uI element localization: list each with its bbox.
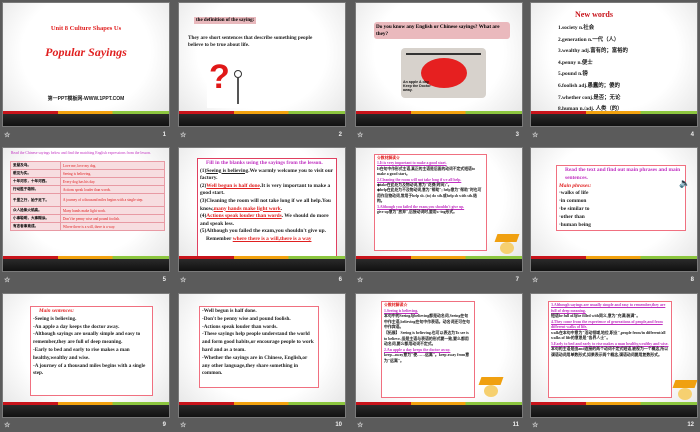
phrase-item: ·in common	[559, 198, 587, 205]
table-row: 爱屋及乌。 Love me, love my dog.	[10, 161, 166, 170]
slide-number: 4	[690, 132, 694, 138]
star-icon[interactable]: ☆	[180, 276, 186, 284]
word-item: 3.wealthy adj.富有的；富裕的	[558, 48, 628, 55]
table-row: 众人拾柴火焰高。 Many hands make light work.	[10, 206, 166, 215]
notes-box: 3.Although sayings are usually simple an…	[548, 301, 672, 398]
slide-thumbnail-5[interactable]: Read the Chinese sayings below and find …	[2, 147, 170, 272]
table-row: 行动胜于雄辩。 Actions speak louder than words.	[10, 185, 166, 194]
word-list: 1.society n.社会 2.generation n.一代（人） 3.we…	[558, 23, 628, 116]
table-row: 千里之行，始于足下。 A journey of a thousand miles …	[10, 193, 166, 207]
sentence-item: -Although sayings are usually simple and…	[33, 331, 141, 346]
star-icon[interactable]: ☆	[357, 131, 363, 139]
slide-thumbnail-10[interactable]: -Well begun is half done. -Don't be penn…	[178, 293, 346, 418]
star-icon[interactable]: ☆	[532, 276, 538, 284]
star-icon[interactable]: ☆	[357, 421, 363, 429]
sentence-item: -Don't be penny wise and pound foolish.	[202, 315, 291, 322]
slide-thumbnail-12[interactable]: 3.Although sayings are usually simple an…	[530, 293, 698, 418]
slide-number: 9	[162, 422, 166, 428]
question-man-image: ?	[207, 58, 249, 108]
question-mark-icon: ?	[209, 58, 230, 96]
footer-band	[3, 114, 169, 126]
word-item: 6.foolish adj.愚蠢的；傻的	[558, 82, 620, 89]
word-item: 7.whether conj.是否；无论	[558, 94, 621, 101]
notes-box: ☆教材解读☆ 1.Seeing is believing. 本句中的Seeing…	[381, 301, 475, 398]
exercise-heading: Fill in the blanks using the sayings fro…	[206, 160, 323, 166]
graduate-mascot-icon	[672, 380, 697, 388]
phrase-item: ·be similar to	[559, 205, 590, 212]
star-icon[interactable]: ☆	[4, 131, 10, 139]
sentence-item: -Early to bed and early to rise makes a …	[33, 346, 130, 361]
table-row: 十年河东，十年河西。 Every dog has his day.	[10, 177, 166, 186]
phrases-box: Read the text and find out main phrases …	[556, 165, 686, 231]
instruction-text: Read the Chinese sayings below and find …	[11, 151, 151, 155]
unit-title: Unit 8 Culture Shapes Us	[50, 25, 122, 32]
answer-3: many hands make light work	[213, 205, 281, 212]
slide-thumbnail-7[interactable]: ☆教材解读☆ 1.It is very important to make a …	[355, 147, 523, 272]
star-icon[interactable]: ☆	[4, 421, 10, 429]
star-icon[interactable]: ☆	[357, 276, 363, 284]
table-row: 小事聪明，大事糊涂。 Don't be penny wise and pound …	[10, 214, 166, 223]
sentence-item: -A journey of a thousand miles begins wi…	[33, 362, 146, 377]
answer-2: Well begun is half done	[206, 182, 260, 189]
star-icon[interactable]: ☆	[180, 421, 186, 429]
sentences-box: Main sentences: -Seeing is believing. -A…	[30, 306, 153, 396]
answer-4: Actions speak louder than words	[206, 213, 282, 220]
notes-box: ☆教材解读☆ 1.It is very important to make a …	[374, 154, 487, 251]
slide-thumbnail-4[interactable]: New words 1.society n.社会 2.generation n.…	[530, 2, 698, 127]
word-item: 1.society n.社会	[558, 25, 595, 31]
word-item: 5.pound n.镑	[558, 71, 588, 78]
star-icon[interactable]: ☆	[180, 131, 186, 139]
graduate-mascot-icon	[494, 234, 520, 242]
slide-number: 5	[162, 277, 166, 283]
stick-figure-icon	[234, 70, 242, 78]
word-item: 2.generation n.一代（人）	[558, 36, 620, 43]
fill-blanks-box: Fill in the blanks using the sayings fro…	[197, 158, 337, 262]
slide-number: 12	[687, 422, 694, 428]
slide-number: 6	[338, 277, 342, 283]
sentence-item: -An apple a day keeps the doctor away.	[33, 323, 120, 330]
slide-thumbnail-3[interactable]: Do you know any English or Chinese sayin…	[355, 2, 523, 127]
footer-text: 第一PPT模板网-WWW.1PPT.COM	[47, 96, 125, 102]
slide-number: 11	[512, 422, 519, 428]
matching-table: 爱屋及乌。 Love me, love my dog. 眼见为实。 Seeing i…	[10, 161, 166, 231]
sentence-item: -Well begun is half done.	[202, 308, 257, 314]
slide-number: 3	[515, 132, 519, 138]
star-icon[interactable]: ☆	[532, 421, 538, 429]
slide-thumbnail-8[interactable]: Read the text and find out main phrases …	[530, 147, 698, 272]
sentence-item: -Seeing is believing.	[33, 315, 77, 322]
question-box: Do you know any English or Chinese sayin…	[374, 22, 510, 39]
answer-1: Seeing is believing	[206, 167, 249, 174]
slide-title: Popular Sayings	[45, 45, 127, 59]
star-icon[interactable]: ☆	[4, 276, 10, 284]
slide-thumbnail-2[interactable]: the definition of the saying: They are s…	[178, 2, 346, 127]
phrase-item: ·human being	[559, 221, 591, 228]
slide-number: 2	[338, 132, 342, 138]
slide-number: 10	[335, 422, 342, 428]
phrase-item: ·walks of life	[559, 190, 589, 197]
slide-number: 7	[515, 277, 519, 283]
sentence-item: -These sayings help people understand th…	[202, 331, 314, 353]
slide-thumbnail-1[interactable]: Unit 8 Culture Shapes Us Popular Sayings…	[2, 2, 170, 127]
word-item: 4.penny n.便士	[558, 59, 593, 66]
sentence-item: -Actions speak louder than words.	[202, 323, 278, 330]
speaker-icon[interactable]: 🔈	[679, 178, 690, 189]
table-row: 有志者事竟成。 Where there is a will, there is a…	[10, 222, 166, 231]
image-caption: An apple A day, Keep the Doctor away.	[403, 80, 431, 92]
slide-thumbnail-9[interactable]: Main sentences: -Seeing is believing. -A…	[2, 293, 170, 418]
definition-text: They are short sentences that describe s…	[188, 35, 313, 48]
sentence-item: -Whether the sayings are in Chinese, Eng…	[202, 354, 308, 377]
slide-number: 8	[690, 277, 694, 283]
slide-thumbnail-11[interactable]: ☆教材解读☆ 1.Seeing is believing. 本句中的Seeing…	[355, 293, 523, 418]
phrase-item: ·other than	[559, 213, 585, 220]
apple-weightlifter-image: An apple A day, Keep the Doctor away.	[401, 48, 486, 98]
star-icon[interactable]: ☆	[532, 131, 538, 139]
sentences-box: -Well begun is half done. -Don't be penn…	[199, 306, 319, 388]
slide-thumbnail-6[interactable]: Fill in the blanks using the sayings fro…	[178, 147, 346, 272]
definition-label: the definition of the saying:	[194, 17, 257, 24]
slide-number: 1	[162, 132, 166, 138]
table-row: 眼见为实。 Seeing is believing.	[10, 169, 166, 178]
new-words-title: New words	[575, 10, 613, 19]
graduate-mascot-icon	[478, 377, 504, 385]
answer-5: where there is a will,there is a way	[232, 235, 312, 242]
